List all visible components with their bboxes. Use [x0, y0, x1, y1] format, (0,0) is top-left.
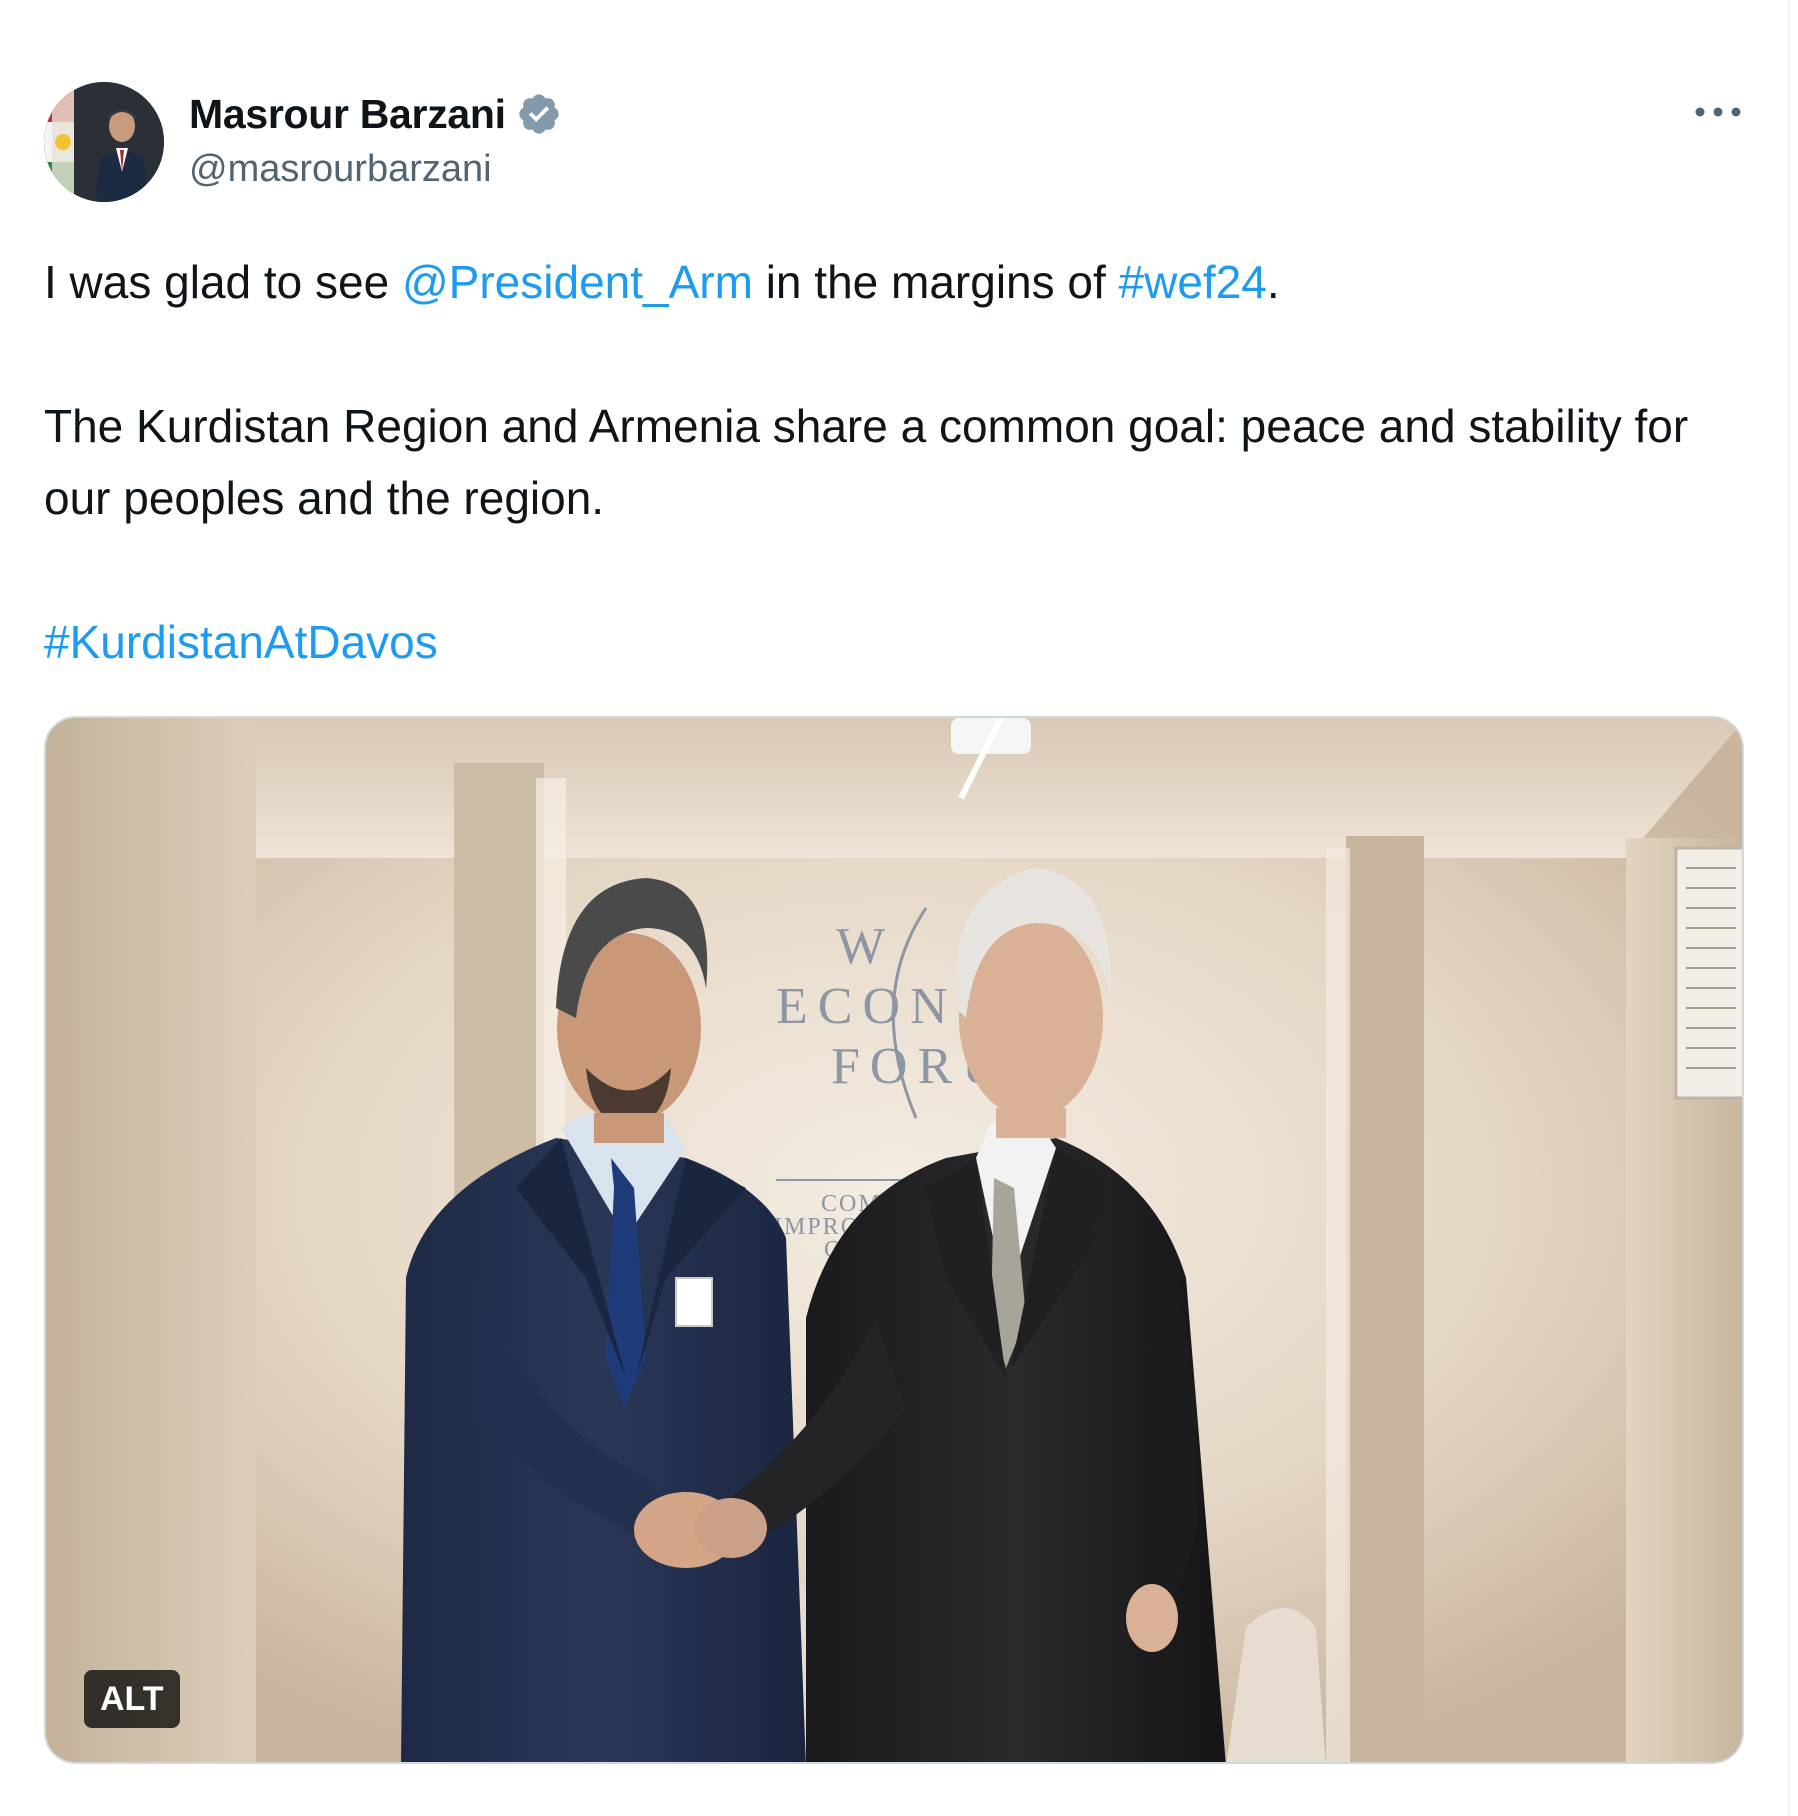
mention-link[interactable]: @President_Arm [402, 256, 753, 308]
author-display-name[interactable]: Masrour Barzani [189, 91, 506, 138]
tweet-photo[interactable]: W ECONO FORU COM IMPROV OF T [44, 716, 1744, 1764]
tweet-line-1: I was glad to see @President_Arm in the … [44, 246, 1744, 318]
tweet-text: I was glad to see @President_Arm in the … [44, 246, 1744, 678]
tweet-line-1-pre: I was glad to see [44, 256, 402, 308]
author-handle[interactable]: @masrourbarzani [189, 148, 492, 191]
photo-image: W ECONO FORU COM IMPROV OF T [46, 718, 1742, 1762]
hashtag-link-wef24[interactable]: #wef24 [1119, 256, 1267, 308]
hashtag-link-kurdistanatdavos[interactable]: #KurdistanAtDavos [44, 616, 438, 668]
author-name-row[interactable]: Masrour Barzani [189, 86, 562, 142]
tweet-line-1-post: . [1266, 256, 1280, 308]
alt-text-badge[interactable]: ALT [84, 1670, 180, 1728]
avatar[interactable] [44, 82, 164, 202]
more-horizontal-icon [1695, 107, 1741, 117]
verified-badge-icon[interactable] [516, 91, 562, 137]
more-options-button[interactable] [1688, 92, 1748, 132]
tweet-paragraph-2: The Kurdistan Region and Armenia share a… [44, 400, 1689, 524]
avatar-image [44, 82, 164, 202]
tweet-line-1-mid: in the margins of [752, 256, 1119, 308]
backdrop-line-1: W [836, 918, 895, 975]
timeline-border [1788, 0, 1790, 1816]
